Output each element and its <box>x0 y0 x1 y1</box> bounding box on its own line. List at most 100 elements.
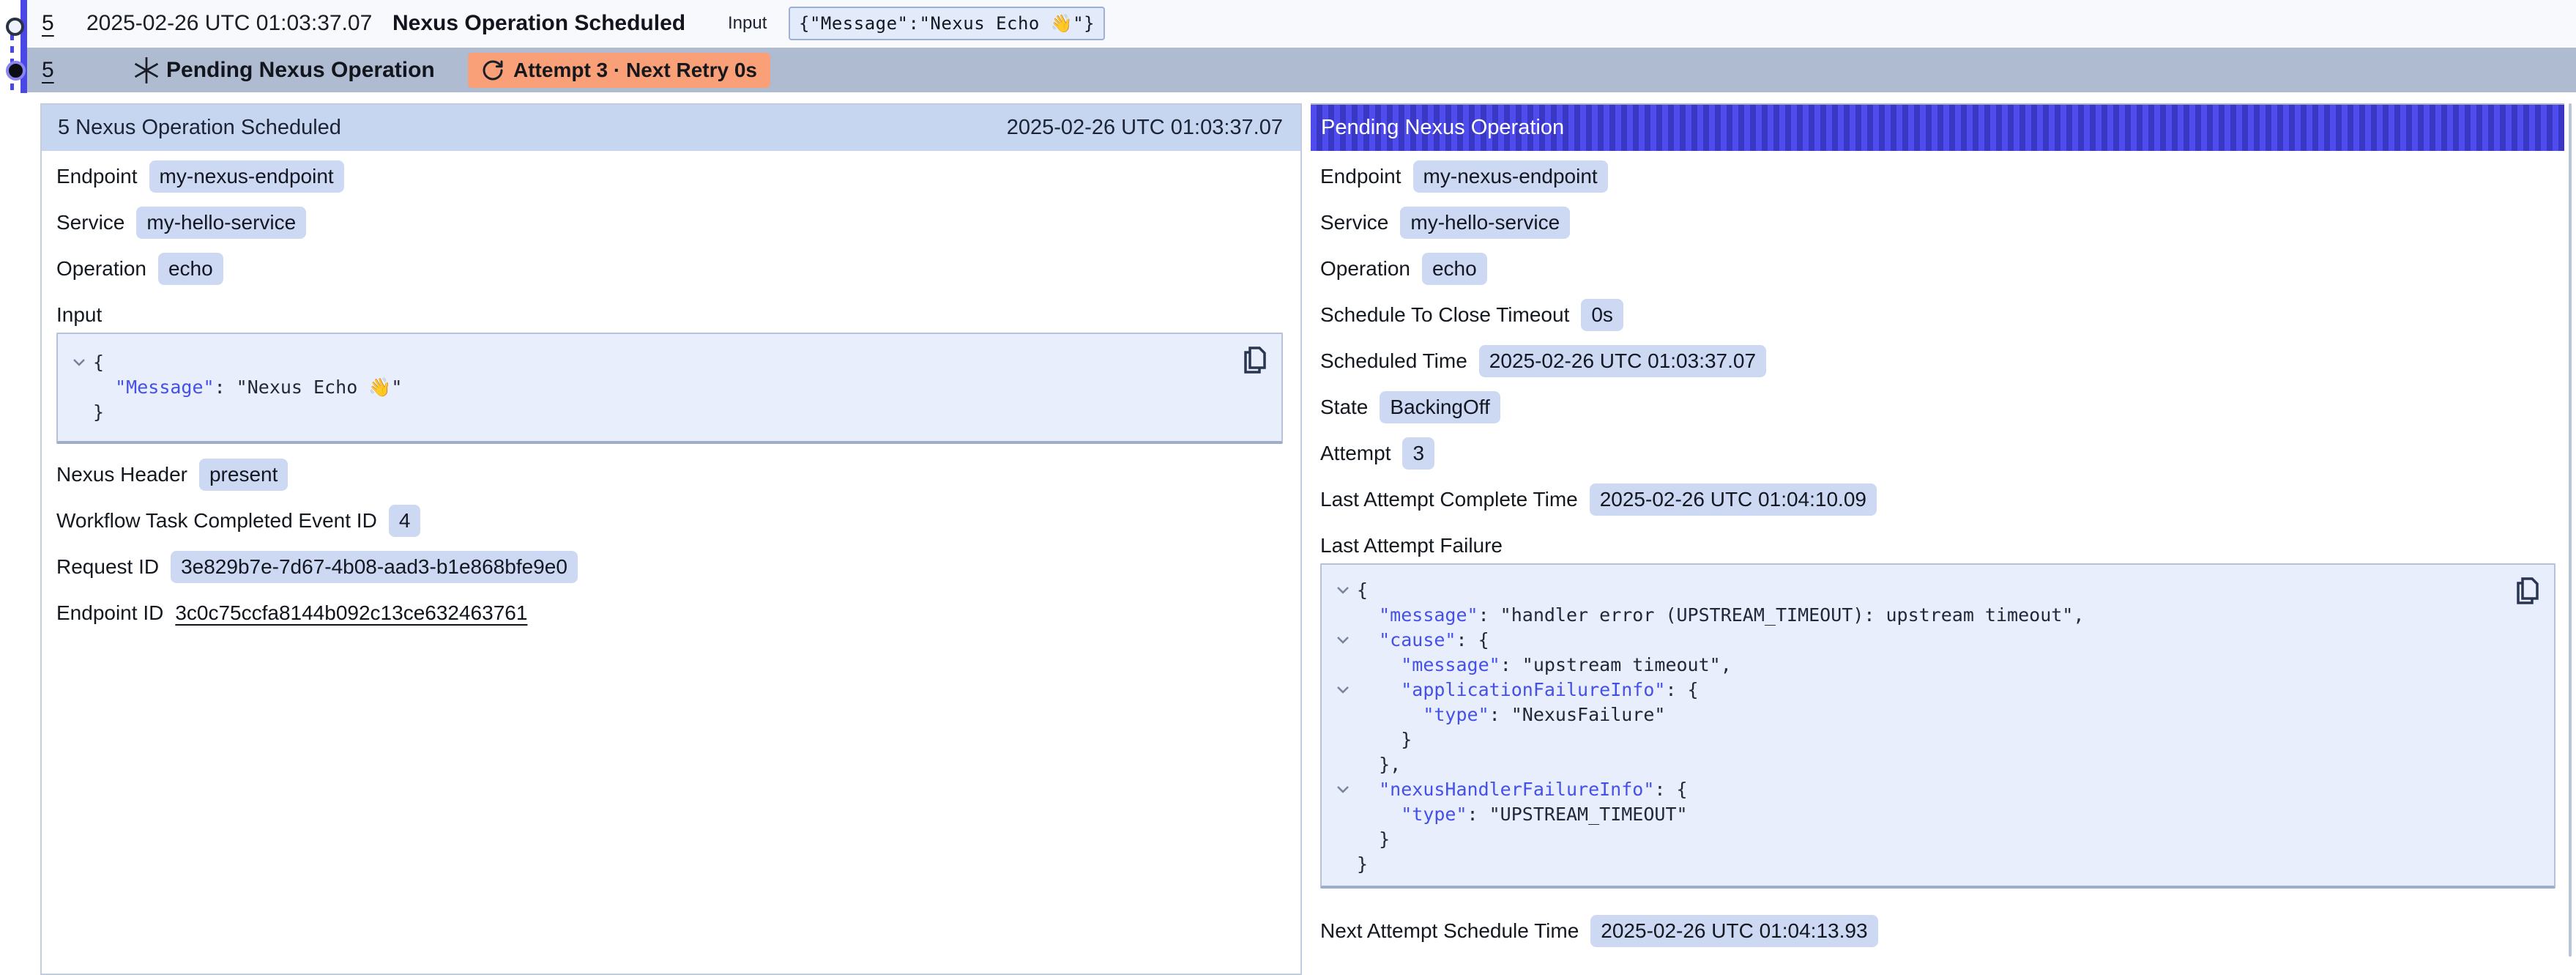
field-row-scheduled-time: Scheduled Time 2025-02-26 UTC 01:03:37.0… <box>1320 345 2555 377</box>
event-row-scheduled[interactable]: 5 2025-02-26 UTC 01:03:37.07 Nexus Opera… <box>27 0 2576 46</box>
collapse-chevron-icon[interactable] <box>65 350 93 375</box>
field-value-badge: echo <box>1422 253 1487 285</box>
json-code-line: "message": "upstream timeout", <box>1357 653 1732 678</box>
collapse-chevron-icon <box>65 375 93 400</box>
json-code-line: } <box>1357 827 1390 852</box>
pending-operation-panel: Pending Nexus Operation Endpoint my-nexu… <box>1311 103 2564 957</box>
field-row-endpoint-id: Endpoint ID 3c0c75ccfa8144b092c13ce63246… <box>56 597 1283 629</box>
json-code-line: } <box>1357 852 1368 877</box>
field-row-request-id: Request ID 3e829b7e-7d67-4b08-aad3-b1e86… <box>56 551 1283 583</box>
collapse-chevron-icon[interactable] <box>1329 777 1357 802</box>
attempt-retry-badge: Attempt 3 · Next Retry 0s <box>468 53 770 88</box>
collapse-chevron-icon <box>1329 852 1357 877</box>
json-code-line: { <box>1357 578 1368 603</box>
event-input-preview-chip: {"Message":"Nexus Echo 👋"} <box>789 7 1105 40</box>
field-label: Attempt <box>1320 442 1391 465</box>
field-label: Endpoint <box>56 165 138 188</box>
field-label: Service <box>1320 211 1388 234</box>
field-label: Service <box>56 211 124 234</box>
field-label: Last Attempt Complete Time <box>1320 488 1578 511</box>
field-row-operation: Operation echo <box>56 253 1283 285</box>
last-attempt-failure-label: Last Attempt Failure <box>1320 530 2555 562</box>
event-id-link[interactable]: 5 <box>42 58 54 83</box>
field-row-schedule-to-close-timeout: Schedule To Close Timeout 0s <box>1320 299 2555 331</box>
field-value-badge: 4 <box>389 505 421 537</box>
field-value-badge: my-nexus-endpoint <box>149 160 344 193</box>
field-row-state: State BackingOff <box>1320 391 2555 423</box>
event-timestamp: 2025-02-26 UTC 01:03:37.07 <box>86 11 372 36</box>
endpoint-id-link[interactable]: 3c0c75ccfa8144b092c13ce632463761 <box>175 601 527 625</box>
json-code-line: "cause": { <box>1357 628 1489 653</box>
field-value-badge: 3e829b7e-7d67-4b08-aad3-b1e868bfe9e0 <box>171 551 578 583</box>
field-row-nexus-header: Nexus Header present <box>56 459 1283 491</box>
vertical-scrollbar[interactable] <box>2569 103 2572 957</box>
field-row-attempt: Attempt 3 <box>1320 437 2555 470</box>
event-id-link[interactable]: 5 <box>42 11 54 36</box>
event-title: Nexus Operation Scheduled <box>392 11 685 36</box>
json-code-line: }, <box>1357 752 1401 777</box>
field-label: Nexus Header <box>56 463 187 486</box>
scheduled-panel-timestamp: 2025-02-26 UTC 01:03:37.07 <box>1007 116 1283 140</box>
field-row-service: Service my-hello-service <box>56 207 1283 239</box>
input-json-viewer: { "Message": "Nexus Echo 👋"} <box>56 333 1283 444</box>
json-code-line: "type": "UPSTREAM_TIMEOUT" <box>1357 802 1688 827</box>
field-label: Workflow Task Completed Event ID <box>56 509 377 533</box>
event-row-pending-selected[interactable]: 5 Pending Nexus Operation Attempt 3 · Ne… <box>27 48 2576 92</box>
json-code-line: "message": "handler error (UPSTREAM_TIME… <box>1357 603 2084 628</box>
field-value-badge: 2025-02-26 UTC 01:04:13.93 <box>1590 915 1877 947</box>
field-label: Scheduled Time <box>1320 349 1467 373</box>
field-label: Endpoint ID <box>56 601 163 625</box>
field-value-badge: my-nexus-endpoint <box>1413 160 1608 193</box>
field-value-badge: echo <box>158 253 223 285</box>
field-row-endpoint: Endpoint my-nexus-endpoint <box>1320 160 2555 193</box>
collapse-chevron-icon[interactable] <box>1329 678 1357 702</box>
collapse-chevron-icon <box>1329 653 1357 678</box>
json-code-line: "applicationFailureInfo": { <box>1357 678 1699 702</box>
collapse-chevron-icon[interactable] <box>1329 628 1357 653</box>
input-section-label: Input <box>56 299 1283 331</box>
collapse-chevron-icon <box>1329 827 1357 852</box>
collapse-chevron-icon <box>1329 802 1357 827</box>
event-input-label: Input <box>728 13 767 34</box>
field-value-badge: 2025-02-26 UTC 01:03:37.07 <box>1479 345 1766 377</box>
failure-json-viewer: { "message": "handler error (UPSTREAM_TI… <box>1320 563 2555 889</box>
field-row-endpoint: Endpoint my-nexus-endpoint <box>56 160 1283 193</box>
field-value-badge: 2025-02-26 UTC 01:04:10.09 <box>1590 483 1877 516</box>
field-value-badge: my-hello-service <box>1400 207 1570 239</box>
json-code-line: "Message": "Nexus Echo 👋" <box>93 375 402 400</box>
json-code-line: { <box>93 350 104 375</box>
field-row-operation: Operation echo <box>1320 253 2555 285</box>
retry-icon <box>481 59 505 82</box>
pending-panel-header: Pending Nexus Operation <box>1311 103 2564 151</box>
field-value-badge: present <box>199 459 288 491</box>
field-value-badge: 3 <box>1402 437 1434 470</box>
field-label: Request ID <box>56 555 159 579</box>
collapse-chevron-icon <box>1329 603 1357 628</box>
scheduled-panel-header: 5 Nexus Operation Scheduled 2025-02-26 U… <box>42 105 1300 151</box>
copy-icon[interactable] <box>2513 575 2542 607</box>
field-value-badge: my-hello-service <box>136 207 306 239</box>
timeline-node-selected-icon <box>6 61 26 81</box>
timeline-active-bar <box>21 0 27 93</box>
collapse-chevron-icon[interactable] <box>1329 578 1357 603</box>
field-label: State <box>1320 396 1368 419</box>
pending-asterisk-icon <box>131 55 162 86</box>
field-label: Operation <box>56 257 146 281</box>
timeline-node-open-icon <box>6 18 24 36</box>
field-value-badge: BackingOff <box>1380 391 1500 423</box>
json-code-line: } <box>93 400 104 425</box>
collapse-chevron-icon <box>65 400 93 425</box>
collapse-chevron-icon <box>1329 702 1357 727</box>
field-label: Endpoint <box>1320 165 1401 188</box>
copy-icon[interactable] <box>1240 344 1270 377</box>
field-row-last-attempt-complete-time: Last Attempt Complete Time 2025-02-26 UT… <box>1320 483 2555 516</box>
field-value-badge: 0s <box>1581 299 1623 331</box>
field-label: Schedule To Close Timeout <box>1320 303 1569 327</box>
field-row-workflow-task-completed-event-id: Workflow Task Completed Event ID 4 <box>56 505 1283 537</box>
field-label: Next Attempt Schedule Time <box>1320 919 1579 943</box>
json-code-line: } <box>1357 727 1412 752</box>
field-row-next-attempt-schedule-time: Next Attempt Schedule Time 2025-02-26 UT… <box>1320 915 2555 947</box>
collapse-chevron-icon <box>1329 752 1357 777</box>
json-code-line: "nexusHandlerFailureInfo": { <box>1357 777 1688 802</box>
pending-panel-title: Pending Nexus Operation <box>1321 116 1564 140</box>
